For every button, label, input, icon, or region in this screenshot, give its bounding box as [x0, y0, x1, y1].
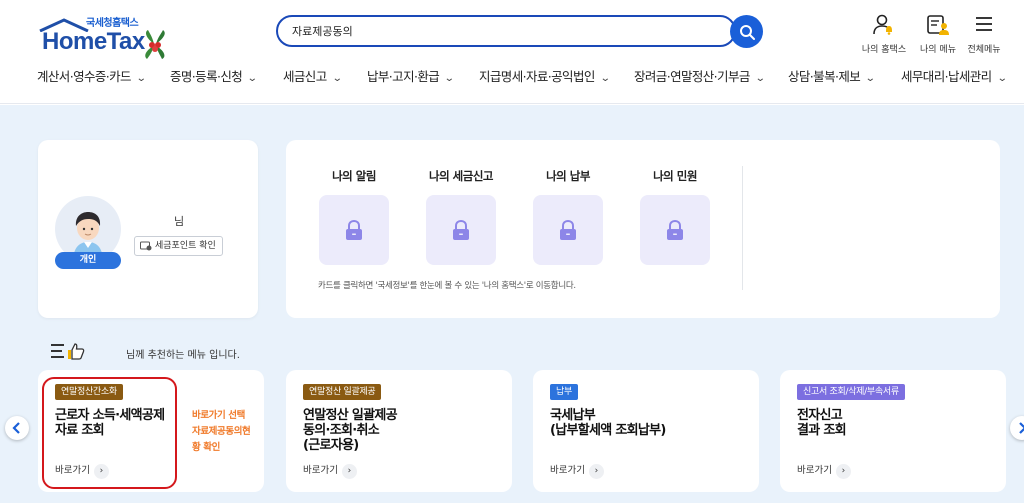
- gnb-label: 납부·고지·환급: [367, 69, 440, 84]
- chevron-down-icon: ⌄: [443, 73, 455, 84]
- my-hometax-button[interactable]: 나의 홈택스: [857, 14, 911, 55]
- chevron-right-icon: ›: [835, 464, 851, 479]
- recommend-text: 님께 추천하는 메뉴 입니다.: [126, 350, 240, 361]
- global-nav: 계산서·영수증·카드 ⌄ 증명·등록·신청 ⌄ 세금신고 ⌄ 납부·고지·환급 ⌄ 지급…: [0, 66, 1024, 90]
- tax-point-label: 세금포인트 확인: [155, 241, 216, 251]
- my-payment-title: 나의 납부: [546, 169, 590, 183]
- my-hometax-label: 나의 홈택스: [861, 45, 907, 55]
- chevron-right-icon: ›: [588, 464, 604, 479]
- my-payment-tile[interactable]: [533, 195, 603, 265]
- gnb-item-receipts[interactable]: 계산서·영수증·카드 ⌄: [37, 66, 147, 85]
- my-petitions-title: 나의 민원: [653, 169, 697, 183]
- go-link[interactable]: 바로가기 ›: [303, 462, 357, 479]
- rec-card-tag: 신고서 조회/삭제/부속서류: [797, 384, 905, 400]
- gnb-item-payment[interactable]: 납부·고지·환급 ⌄: [367, 66, 455, 85]
- gnb-item-incentives[interactable]: 장려금·연말정산·기부금 ⌄: [634, 66, 766, 85]
- rec-card-title: 연말정산 일괄제공 동의·조회·취소 (근로자용): [303, 408, 398, 453]
- my-hometax-card: 나의 알림 나의 세금신고 나의 납부 나의 민원 카드를 클릭하면 '국세정보…: [286, 140, 1000, 318]
- my-alerts-card[interactable]: 나의 알림: [318, 168, 390, 265]
- chevron-right-icon: ›: [341, 464, 357, 479]
- rec-card-tag: 연말정산 일괄제공: [303, 384, 382, 400]
- gnb-label: 지급명세·자료·공익법인: [479, 69, 595, 84]
- rec-card-e-filing-result[interactable]: 신고서 조회/삭제/부속서류 전자신고 결과 조회 바로가기 ›: [780, 370, 1006, 492]
- chevron-right-icon: [1019, 422, 1024, 434]
- go-label: 바로가기: [303, 465, 338, 476]
- recommend-header: 님께 추천하는 메뉴 입니다.: [50, 341, 240, 361]
- my-hometax-note: 카드를 클릭하면 '국세정보'를 한눈에 볼 수 있는 '나의 홈택스'로 이동…: [318, 281, 576, 291]
- my-tax-filing-tile[interactable]: [426, 195, 496, 265]
- gnb-label: 세무대리·납세관리: [901, 69, 992, 84]
- divider: [742, 166, 743, 290]
- search-button[interactable]: [730, 15, 763, 48]
- search-box: [276, 15, 736, 47]
- rec-card-side-note: 바로가기 선택 자료제공동의현 황 확인: [192, 410, 251, 453]
- lock-icon: [560, 219, 576, 240]
- lock-icon: [346, 219, 362, 240]
- lock-icon: [453, 219, 469, 240]
- highlight-circle: [42, 377, 177, 489]
- hamburger-icon: [976, 17, 992, 31]
- user-bell-icon: [873, 14, 892, 35]
- rec-card-bulk-provision[interactable]: 연말정산 일괄제공 연말정산 일괄제공 동의·조회·취소 (근로자용) 바로가기…: [286, 370, 512, 492]
- gnb-item-agents[interactable]: 세무대리·납세관리 ⌄: [901, 66, 1007, 85]
- rec-card-tag: 납부: [550, 384, 578, 400]
- hometax-logo[interactable]: 국세청홈택스 HomeTax: [36, 14, 176, 59]
- user-type-badge: 개인: [55, 252, 121, 269]
- my-payment-card[interactable]: 나의 납부: [532, 168, 604, 265]
- menu-doc-icon: [927, 15, 949, 35]
- chevron-down-icon: ⌄: [246, 73, 258, 84]
- go-label: 바로가기: [550, 465, 585, 476]
- profile-card: 개인 님 세금포인트 확인: [38, 140, 258, 318]
- gnb-item-statements[interactable]: 지급명세·자료·공익법인 ⌄: [479, 66, 611, 85]
- logo-title: HomeTax: [42, 28, 145, 55]
- chevron-down-icon: ⌄: [864, 73, 876, 84]
- my-alerts-title: 나의 알림: [332, 169, 376, 183]
- gnb-label: 상담·불복·제보: [788, 69, 861, 84]
- my-petitions-tile[interactable]: [640, 195, 710, 265]
- tax-point-button[interactable]: 세금포인트 확인: [134, 236, 223, 256]
- chevron-left-icon: [12, 422, 20, 434]
- chevron-down-icon: ⌄: [996, 73, 1007, 84]
- gnb-label: 증명·등록·신청: [170, 69, 243, 84]
- thumbs-up-menu-icon: [51, 343, 85, 360]
- logo-subtitle: 국세청홈택스: [86, 18, 139, 29]
- my-petitions-card[interactable]: 나의 민원: [639, 168, 711, 265]
- gnb-label: 세금신고: [283, 69, 327, 84]
- all-menu-label: 전체메뉴: [967, 45, 1001, 55]
- go-label: 바로가기: [797, 465, 832, 476]
- header: 국세청홈택스 HomeTax 나의 홈택스: [0, 0, 1024, 104]
- my-tax-filing-card[interactable]: 나의 세금신고: [425, 168, 497, 265]
- search-input[interactable]: [292, 24, 712, 37]
- gnb-label: 계산서·영수증·카드: [37, 69, 132, 84]
- my-alerts-tile[interactable]: [319, 195, 389, 265]
- rec-card-national-tax-payment[interactable]: 납부 국세납부 (납부할세액 조회납부) 바로가기 ›: [533, 370, 759, 492]
- chevron-down-icon: ⌄: [754, 73, 766, 84]
- gnb-item-certificates[interactable]: 증명·등록·신청 ⌄: [170, 66, 258, 85]
- gnb-item-consulting[interactable]: 상담·불복·제보 ⌄: [788, 66, 876, 85]
- chevron-down-icon: ⌄: [135, 73, 147, 84]
- go-link[interactable]: 바로가기 ›: [550, 462, 604, 479]
- go-link[interactable]: 바로가기 ›: [797, 462, 851, 479]
- carousel-prev-button[interactable]: [5, 416, 29, 440]
- search-icon: [739, 24, 755, 40]
- chevron-down-icon: ⌄: [599, 73, 611, 84]
- rec-card-title: 전자신고 결과 조회: [797, 408, 847, 438]
- my-tax-filing-title: 나의 세금신고: [429, 169, 493, 183]
- gnb-label: 장려금·연말정산·기부금: [634, 69, 750, 84]
- lock-icon: [667, 219, 683, 240]
- rec-card-title: 국세납부 (납부할세액 조회납부): [550, 408, 666, 438]
- chevron-down-icon: ⌄: [331, 73, 342, 84]
- user-name-label: 님: [174, 215, 185, 228]
- holly-icon: [145, 30, 165, 59]
- point-card-icon: [140, 241, 152, 251]
- gnb-item-tax-filing[interactable]: 세금신고 ⌄: [283, 66, 342, 85]
- all-menu-button[interactable]: 전체메뉴: [957, 14, 1011, 55]
